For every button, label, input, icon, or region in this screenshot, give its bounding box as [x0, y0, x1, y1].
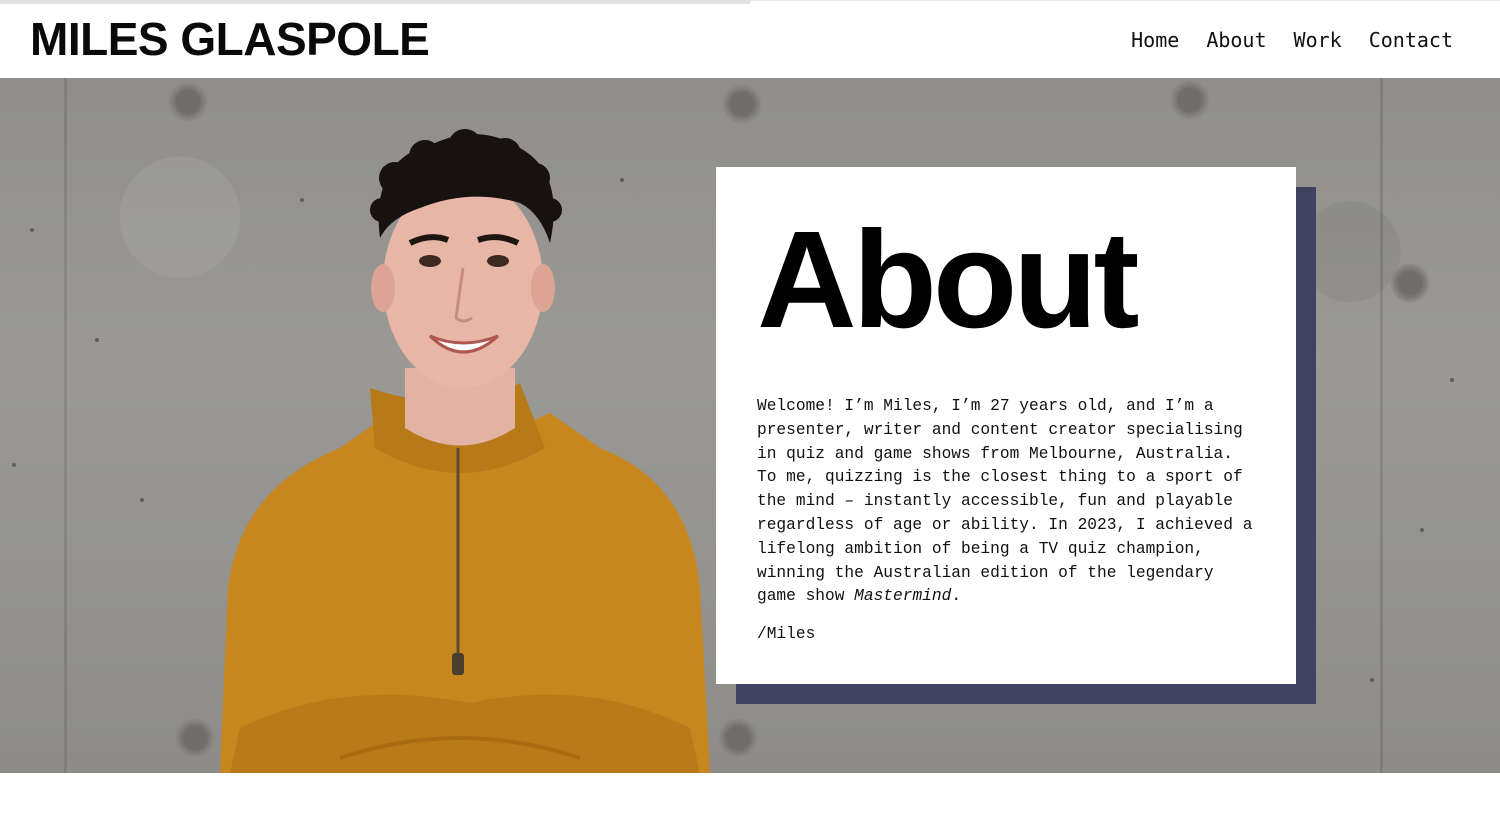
wall-speck — [12, 463, 16, 467]
wall-speck — [95, 338, 99, 342]
site-header: MILES GLASPOLE Home About Work Contact — [0, 4, 1500, 78]
show-name: Mastermind — [854, 587, 952, 606]
wall-speck — [1370, 678, 1374, 682]
signoff: /Miles — [757, 625, 816, 644]
wall-speck — [140, 498, 144, 502]
wall-hole — [718, 718, 758, 758]
about-heading: About — [757, 203, 1140, 357]
nav-home[interactable]: Home — [1131, 26, 1179, 54]
about-intro: Welcome! I’m Miles, I’m 27 years old, an… — [757, 395, 1257, 609]
nav-contact[interactable]: Contact — [1369, 26, 1453, 54]
main-nav: Home About Work Contact — [1104, 26, 1453, 54]
wall-hole — [1390, 263, 1430, 303]
about-hero: About Welcome! I’m Miles, I’m 27 years o… — [0, 78, 1500, 773]
wall-seam — [1380, 78, 1383, 773]
about-card: About Welcome! I’m Miles, I’m 27 years o… — [716, 167, 1296, 684]
about-intro-end: . — [951, 587, 962, 606]
wall-hole — [722, 84, 762, 124]
wall-hole — [1170, 80, 1210, 120]
wall-speck — [30, 228, 34, 232]
wall-speck — [1420, 528, 1424, 532]
site-title-link[interactable]: MILES GLASPOLE — [30, 10, 430, 68]
wall-hole — [175, 718, 215, 758]
wall-hole — [168, 82, 208, 122]
nav-about[interactable]: About — [1206, 26, 1266, 54]
about-intro-text: Welcome! I’m Miles, I’m 27 years old, an… — [757, 397, 1253, 606]
portrait-photo — [220, 129, 710, 773]
nav-work[interactable]: Work — [1294, 26, 1342, 54]
wall-speck — [1450, 378, 1454, 382]
wall-seam — [64, 78, 67, 773]
